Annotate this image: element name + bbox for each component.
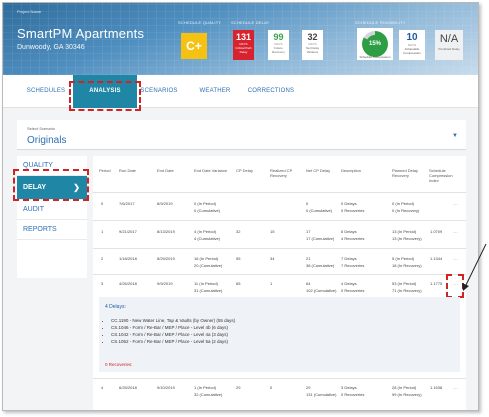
annotation-arrow-icon: [462, 243, 487, 291]
